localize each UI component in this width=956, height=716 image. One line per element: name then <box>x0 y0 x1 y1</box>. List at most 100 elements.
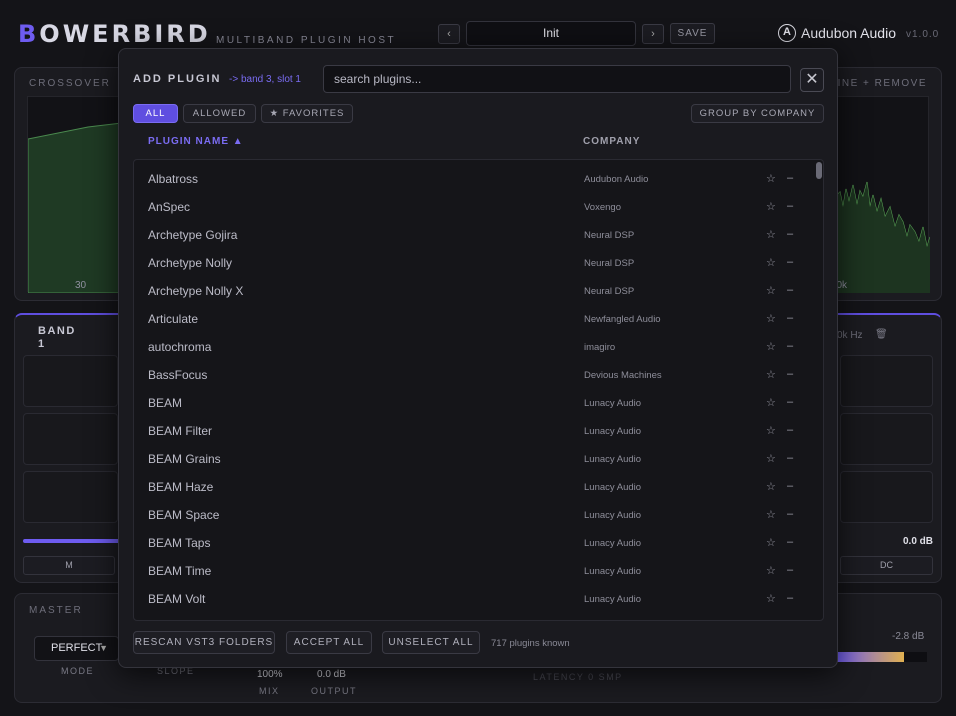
favorite-star-icon[interactable]: ☆ <box>766 564 776 577</box>
chevron-down-icon: ▼ <box>99 643 108 653</box>
remove-dash-icon[interactable]: – <box>787 424 793 436</box>
plugin-slot[interactable] <box>23 471 118 523</box>
trash-icon[interactable]: 🗑 <box>875 329 888 340</box>
plugin-name: BEAM Grains <box>148 452 221 466</box>
favorite-star-icon[interactable]: ☆ <box>766 228 776 241</box>
dc-button[interactable]: DC <box>840 556 933 575</box>
output-label: OUTPUT <box>311 686 357 696</box>
plugin-row[interactable]: BEAM Volt Lunacy Audio ☆ – <box>134 585 814 613</box>
plugin-name: Articulate <box>148 312 199 326</box>
brand-rest: OWERBIRD <box>39 20 211 48</box>
rescan-button[interactable]: RESCAN VST3 FOLDERS <box>133 631 275 654</box>
plugin-company: Neural DSP <box>584 230 635 241</box>
close-icon[interactable]: ✕ <box>800 68 824 92</box>
plugin-row[interactable]: BEAM Grains Lunacy Audio ☆ – <box>134 445 814 473</box>
remove-dash-icon[interactable]: – <box>787 396 793 408</box>
next-preset-button[interactable]: › <box>642 24 664 44</box>
plugin-row[interactable]: BEAM Haze Lunacy Audio ☆ – <box>134 473 814 501</box>
remove-dash-icon[interactable]: – <box>787 452 793 464</box>
plugin-company: Lunacy Audio <box>584 426 642 437</box>
prev-preset-button[interactable]: ‹ <box>438 24 460 44</box>
audubon-logo-icon: A <box>778 24 796 42</box>
plugin-slot[interactable] <box>840 355 933 407</box>
master-label: MASTER <box>29 605 83 616</box>
list-scrollbar[interactable] <box>816 162 822 179</box>
plugin-company: Lunacy Audio <box>584 594 642 605</box>
plugin-company: Lunacy Audio <box>584 482 642 493</box>
plugin-row[interactable]: BEAM Lunacy Audio ☆ – <box>134 389 814 417</box>
preset-name-field[interactable]: Init <box>466 21 636 46</box>
output-meter-fill <box>837 652 904 662</box>
favorite-star-icon[interactable]: ☆ <box>766 368 776 381</box>
spectrum-right[interactable] <box>834 96 931 293</box>
plugin-row[interactable]: Albatross Audubon Audio ☆ – <box>134 165 814 193</box>
filter-allowed-button[interactable]: ALLOWED <box>183 104 256 123</box>
plugin-row[interactable]: Archetype Nolly Neural DSP ☆ – <box>134 249 814 277</box>
remove-dash-icon[interactable]: – <box>787 480 793 492</box>
favorite-star-icon[interactable]: ☆ <box>766 200 776 213</box>
favorite-star-icon[interactable]: ☆ <box>766 452 776 465</box>
column-header-name[interactable]: PLUGIN NAME ▲ <box>148 136 244 147</box>
remove-dash-icon[interactable]: – <box>787 312 793 324</box>
favorite-star-icon[interactable]: ☆ <box>766 172 776 185</box>
plugin-row[interactable]: Archetype Nolly X Neural DSP ☆ – <box>134 277 814 305</box>
filter-favorites-button[interactable]: ★ FAVORITES <box>261 104 353 123</box>
group-by-company-button[interactable]: GROUP BY COMPANY <box>691 104 824 123</box>
plugin-row[interactable]: BEAM Time Lunacy Audio ☆ – <box>134 557 814 585</box>
plugin-name: BEAM Haze <box>148 480 214 494</box>
mute-button[interactable]: M <box>23 556 115 575</box>
plugin-name: BEAM Taps <box>148 536 211 550</box>
plugin-row[interactable]: AnSpec Voxengo ☆ – <box>134 193 814 221</box>
remove-dash-icon[interactable]: – <box>787 536 793 548</box>
plugin-slot[interactable] <box>23 413 118 465</box>
favorite-star-icon[interactable]: ☆ <box>766 340 776 353</box>
favorite-star-icon[interactable]: ☆ <box>766 536 776 549</box>
favorite-star-icon[interactable]: ☆ <box>766 256 776 269</box>
plugin-row[interactable]: BEAM Taps Lunacy Audio ☆ – <box>134 529 814 557</box>
unselect-all-button[interactable]: UNSELECT ALL <box>382 631 480 654</box>
remove-dash-icon[interactable]: – <box>787 368 793 380</box>
remove-dash-icon[interactable]: – <box>787 200 793 212</box>
dialog-title: ADD PLUGIN <box>133 73 222 85</box>
column-header-company[interactable]: COMPANY <box>583 136 640 147</box>
plugin-company: Audubon Audio <box>584 174 649 185</box>
favorite-star-icon[interactable]: ☆ <box>766 284 776 297</box>
remove-dash-icon[interactable]: – <box>787 228 793 240</box>
plugin-slot[interactable] <box>23 355 118 407</box>
remove-dash-icon[interactable]: – <box>787 172 793 184</box>
save-button[interactable]: SAVE <box>670 23 715 44</box>
band-hz-label: 0k Hz <box>837 330 863 341</box>
filter-all-button[interactable]: ALL <box>133 104 178 123</box>
plugin-row[interactable]: BEAM Space Lunacy Audio ☆ – <box>134 501 814 529</box>
band-gain-slider[interactable] <box>23 539 123 543</box>
plugin-row[interactable]: Articulate Newfangled Audio ☆ – <box>134 305 814 333</box>
remove-dash-icon[interactable]: – <box>787 256 793 268</box>
plugin-row[interactable]: BassFocus Devious Machines ☆ – <box>134 361 814 389</box>
remove-dash-icon[interactable]: – <box>787 284 793 296</box>
favorite-star-icon[interactable]: ☆ <box>766 312 776 325</box>
plugin-row[interactable]: Archetype Gojira Neural DSP ☆ – <box>134 221 814 249</box>
favorite-star-icon[interactable]: ☆ <box>766 424 776 437</box>
remove-dash-icon[interactable]: – <box>787 340 793 352</box>
plugin-search-input[interactable]: search plugins... <box>323 65 791 93</box>
plugin-slot[interactable] <box>840 413 933 465</box>
favorite-star-icon[interactable]: ☆ <box>766 396 776 409</box>
plugin-company: Lunacy Audio <box>584 538 642 549</box>
dialog-target: -> band 3, slot 1 <box>229 74 301 85</box>
favorite-star-icon[interactable]: ☆ <box>766 592 776 605</box>
accept-all-button[interactable]: ACCEPT ALL <box>286 631 372 654</box>
plugin-slot[interactable] <box>840 471 933 523</box>
plugin-row[interactable]: autochroma imagiro ☆ – <box>134 333 814 361</box>
plugin-list[interactable]: Albatross Audubon Audio ☆ – AnSpec Voxengo ☆ – A… <box>133 159 824 621</box>
crossover-label: CROSSOVER <box>29 78 111 89</box>
favorite-star-icon[interactable]: ☆ <box>766 480 776 493</box>
favorite-star-icon[interactable]: ☆ <box>766 508 776 521</box>
remove-dash-icon[interactable]: – <box>787 508 793 520</box>
plugin-count: 717 plugins known <box>491 638 570 649</box>
mode-select[interactable]: PERFECT ▼ <box>34 636 119 661</box>
plugin-company: Neural DSP <box>584 286 635 297</box>
remove-dash-icon[interactable]: – <box>787 592 793 604</box>
plugin-row[interactable]: BEAM Filter Lunacy Audio ☆ – <box>134 417 814 445</box>
brand-initial: B <box>18 20 40 48</box>
remove-dash-icon[interactable]: – <box>787 564 793 576</box>
